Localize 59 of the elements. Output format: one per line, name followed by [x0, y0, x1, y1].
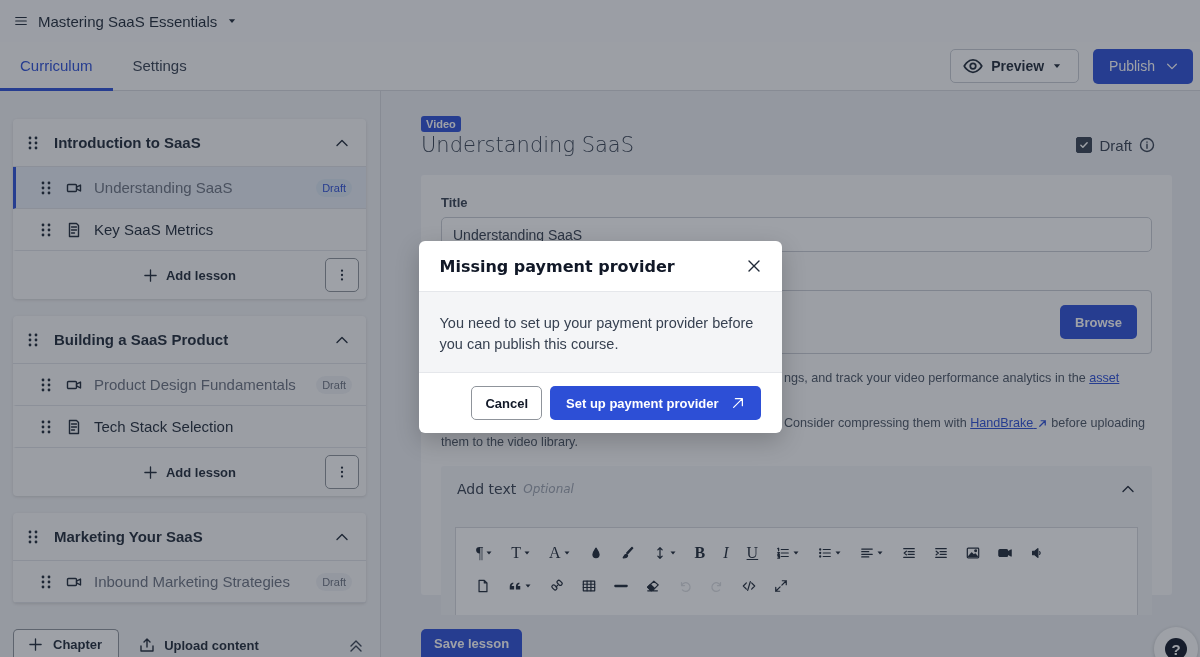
lesson-item[interactable]: Understanding SaaS Draft — [13, 167, 366, 209]
draft-badge: Draft — [316, 572, 352, 591]
lesson-title: Understanding SaaS — [94, 179, 234, 196]
double-chevron-up-icon — [348, 638, 364, 654]
lesson-item[interactable]: Inbound Marketing Strategies Draft — [13, 561, 366, 603]
plus-icon — [28, 637, 43, 652]
editor-field[interactable]: ¶ T A B I U — [455, 527, 1138, 615]
eye-icon — [963, 56, 984, 76]
plus-icon — [142, 464, 158, 480]
chapter-title[interactable]: Building a SaaS Product — [54, 331, 321, 348]
preview-button[interactable]: Preview — [950, 49, 1080, 83]
lesson-item[interactable]: Product Design Fundamentals Draft — [13, 364, 366, 406]
add-lesson-button[interactable]: Add lesson — [136, 463, 242, 481]
menu-icon — [14, 14, 28, 28]
italic-button[interactable]: I — [721, 540, 731, 565]
paragraph-button[interactable]: ¶ — [474, 540, 496, 565]
add-chapter-button[interactable]: Chapter — [13, 629, 120, 657]
help-button[interactable]: ? — [1154, 627, 1198, 657]
tab[interactable]: Settings — [112, 42, 207, 91]
add-lesson-button[interactable]: Add lesson — [136, 266, 242, 284]
cancel-button[interactable]: Cancel — [471, 386, 543, 420]
chapter-title[interactable]: Introduction to SaaS — [54, 134, 321, 151]
check-icon — [1079, 140, 1090, 150]
document-icon — [66, 221, 82, 238]
plus-icon — [142, 267, 158, 283]
info-icon — [1139, 137, 1155, 153]
underline-button[interactable]: U — [744, 540, 761, 565]
draft-badge: Draft — [316, 375, 352, 394]
dialog-message: You need to set up your payment provider before you can publish this course. — [418, 292, 782, 373]
lesson-title: Key SaaS Metrics — [94, 221, 215, 238]
field-label: Title — [441, 195, 469, 210]
chapter-title[interactable]: Marketing Your SaaS — [54, 528, 321, 545]
lesson-item[interactable]: Tech Stack Selection — [13, 406, 366, 448]
save-lesson-button[interactable]: Save lesson — [421, 629, 523, 657]
asset-link[interactable]: asset — [1089, 371, 1120, 385]
publish-button[interactable]: Publish — [1093, 48, 1193, 84]
bold-button[interactable]: B — [692, 540, 708, 565]
arrow-up-right-icon — [730, 396, 745, 410]
lesson-type-badge: Video — [421, 116, 461, 132]
upload-icon — [139, 637, 156, 653]
document-icon — [66, 418, 82, 435]
draft-badge: Draft — [316, 178, 352, 197]
font-button[interactable]: A — [547, 540, 573, 565]
lesson-heading: Understanding SaaS — [421, 133, 636, 157]
section-title: Add text — [457, 481, 517, 497]
lesson-title: Product Design Fundamentals — [94, 376, 297, 393]
lesson-item[interactable]: Key SaaS Metrics — [13, 209, 366, 251]
handbrake-link[interactable]: HandBrake — [970, 416, 1048, 430]
fontsize-button[interactable]: T — [509, 540, 534, 565]
lesson-title: Inbound Marketing Strategies — [94, 573, 291, 590]
external-link-icon — [1036, 418, 1048, 430]
upload-content-button[interactable]: Upload content — [139, 637, 259, 657]
browse-button[interactable]: Browse — [1060, 305, 1137, 339]
course-title[interactable]: Mastering SaaS Essentials — [38, 12, 218, 30]
lesson-title: Tech Stack Selection — [94, 418, 235, 435]
dialog-title: Missing payment provider — [439, 256, 676, 276]
draft-label: Draft — [1099, 136, 1132, 154]
setup-provider-button[interactable]: Set up payment provider — [550, 386, 761, 420]
draft-checkbox[interactable] — [1076, 137, 1093, 153]
